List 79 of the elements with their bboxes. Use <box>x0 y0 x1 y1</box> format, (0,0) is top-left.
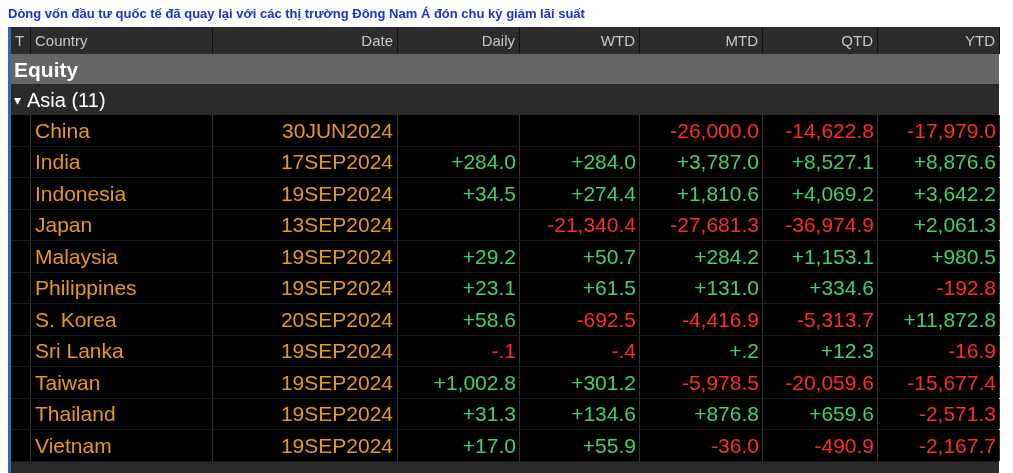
country-cell: S. Korea <box>31 304 213 335</box>
value-cell: +274.4 <box>571 182 636 204</box>
date-cell: 30JUN2024 <box>213 115 398 146</box>
value-cell: +131.0 <box>694 277 759 299</box>
value-cell: -692.5 <box>576 308 636 330</box>
value-cell: -36,974.9 <box>785 214 874 236</box>
value-cell: -21,340.4 <box>547 214 636 236</box>
value-cell: +50.7 <box>582 245 636 267</box>
value-cell: +3,642.2 <box>913 182 996 204</box>
value-cell: +61.5 <box>582 277 636 299</box>
value-cell: +980.5 <box>931 245 996 267</box>
value-cell: -26,000.0 <box>670 119 759 141</box>
country-cell: Taiwan <box>31 367 213 398</box>
value-cell: -4,416.9 <box>681 308 759 330</box>
value-cell: -15,677.4 <box>907 371 996 393</box>
value-cell: -16.9 <box>948 340 996 362</box>
value-cell: +29.2 <box>462 245 516 267</box>
value-cell: +1,002.8 <box>433 371 516 393</box>
group-label: Asia (11) <box>27 89 106 110</box>
date-cell: 19SEP2024 <box>213 430 398 461</box>
value-cell: +8,876.6 <box>913 151 996 173</box>
date-cell: 13SEP2024 <box>213 209 398 240</box>
country-cell: China <box>31 115 213 146</box>
value-cell: +.2 <box>729 340 759 362</box>
value-cell: +1,810.6 <box>676 182 759 204</box>
value-cell: +4,069.2 <box>791 182 874 204</box>
date-cell: 19SEP2024 <box>213 241 398 272</box>
value-cell: +334.6 <box>809 277 874 299</box>
value-cell: +284.0 <box>571 151 636 173</box>
value-cell: +284.0 <box>451 151 516 173</box>
date-cell: 19SEP2024 <box>213 398 398 429</box>
headline: Dòng vốn đầu tư quốc tế đã quay lại với các thị trường Đông Nam Á đón chu kỳ giảm lãi suất <box>7 5 586 23</box>
value-cell: -20,059.6 <box>785 371 874 393</box>
value-cell: -27,681.3 <box>670 214 759 236</box>
value-cell: +8,527.1 <box>791 151 874 173</box>
value-cell: -5,978.5 <box>681 371 759 393</box>
value-cell: +23.1 <box>462 277 516 299</box>
value-cell: +31.3 <box>462 403 516 425</box>
value-cell: +3,787.0 <box>676 151 759 173</box>
value-cell: -5,313.7 <box>796 308 874 330</box>
section-header: Equity <box>11 54 999 84</box>
country-cell: Philippines <box>31 272 213 303</box>
date-cell: 19SEP2024 <box>213 178 398 209</box>
value-cell: -17,979.0 <box>907 119 996 141</box>
country-cell: India <box>31 146 213 177</box>
value-cell: +659.6 <box>809 403 874 425</box>
date-cell: 17SEP2024 <box>213 146 398 177</box>
expand-marker: ▾ <box>14 92 21 107</box>
value-cell: -.1 <box>491 340 516 362</box>
country-cell: Malaysia <box>31 241 213 272</box>
value-cell: +134.6 <box>571 403 636 425</box>
value-cell: -36.0 <box>711 434 759 456</box>
value-cell: +876.8 <box>694 403 759 425</box>
value-cell: +2,061.3 <box>913 214 996 236</box>
value-cell: +58.6 <box>462 308 516 330</box>
value-cell: +55.9 <box>582 434 636 456</box>
value-cell: +34.5 <box>462 182 516 204</box>
group-row[interactable]: ▾ Asia (11) <box>11 84 999 115</box>
country-cell: Vietnam <box>31 430 213 461</box>
value-cell: -.4 <box>611 340 636 362</box>
country-cell: Thailand <box>31 398 213 429</box>
date-cell: 19SEP2024 <box>213 367 398 398</box>
date-cell: 20SEP2024 <box>213 304 398 335</box>
value-cell: +12.3 <box>820 340 874 362</box>
value-cell: -14,622.8 <box>785 119 874 141</box>
value-cell: +17.0 <box>462 434 516 456</box>
value-cell: -2,571.3 <box>918 403 996 425</box>
value-cell: -2,167.7 <box>918 434 996 456</box>
value-cell: -192.8 <box>936 277 996 299</box>
country-cell: Sri Lanka <box>31 335 213 366</box>
country-cell: Indonesia <box>31 178 213 209</box>
value-cell: +301.2 <box>571 371 636 393</box>
value-cell: +284.2 <box>694 245 759 267</box>
country-cell: Japan <box>31 209 213 240</box>
date-cell: 19SEP2024 <box>213 335 398 366</box>
value-cell: -490.9 <box>814 434 874 456</box>
date-cell: 19SEP2024 <box>213 272 398 303</box>
value-cell: +1,153.1 <box>791 245 874 267</box>
value-cell: +11,872.8 <box>903 308 996 330</box>
